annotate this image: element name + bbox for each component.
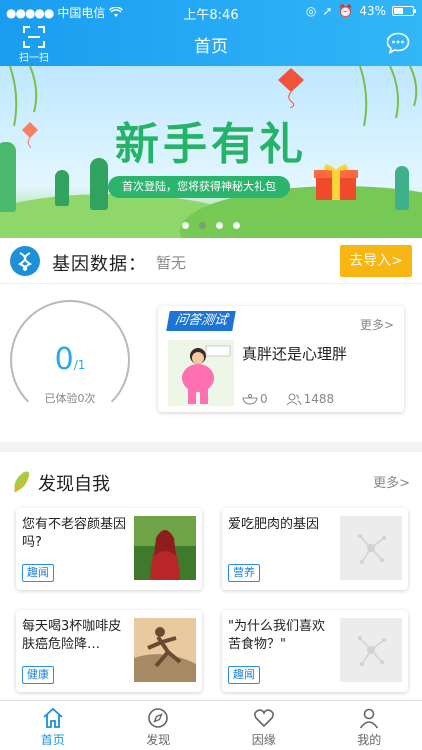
page-title: 首页 bbox=[194, 37, 228, 57]
discover-more-link[interactable]: 更多> bbox=[373, 472, 410, 491]
article-thumbnail bbox=[134, 516, 196, 580]
bowl-icon bbox=[242, 394, 258, 405]
quiz-thumbnail bbox=[168, 340, 234, 406]
discover-header: 发现自我 更多> bbox=[0, 452, 422, 500]
article-tag: 趣闻 bbox=[22, 564, 54, 582]
alarm-icon: ⏰ bbox=[338, 4, 354, 18]
promo-banner[interactable]: 新手有礼 首次登陆，您将获得神秘大礼包 bbox=[0, 66, 422, 238]
article-tag: 趣闻 bbox=[228, 666, 260, 684]
pager-dot[interactable] bbox=[199, 222, 206, 229]
article-title: 爱吃肥肉的基因 bbox=[228, 517, 320, 532]
experience-count-value: 0 bbox=[54, 342, 74, 377]
leaf-icon bbox=[14, 471, 30, 493]
home-page: ●●●●● 中国电信 上午8:46 ◎ ➚ ⏰ 43% 扫一扫 首页 新手有礼 … bbox=[0, 0, 422, 750]
tab-home[interactable]: 首页 bbox=[0, 701, 106, 750]
stats-section: 0/1 已体验0次 问答测试 更多> 真胖还是心理胖 0 1488 bbox=[0, 284, 422, 442]
people-icon bbox=[286, 393, 302, 405]
tab-profile[interactable]: 我的 bbox=[317, 701, 422, 750]
article-card[interactable]: 每天喝3杯咖啡皮肤癌危险降… 健康 bbox=[16, 610, 202, 692]
tree-illustration bbox=[55, 170, 69, 206]
article-card[interactable]: 您有不老容颜基因吗? 趣闻 bbox=[16, 508, 202, 590]
message-button[interactable] bbox=[386, 32, 410, 58]
gift-box-icon bbox=[314, 164, 358, 200]
quiz-participants: 1488 bbox=[286, 392, 335, 406]
compass-icon bbox=[148, 708, 169, 728]
import-button[interactable]: 去导入> bbox=[340, 245, 412, 277]
experience-caption: 已体验0次 bbox=[44, 392, 96, 405]
quiz-card[interactable]: 问答测试 更多> 真胖还是心理胖 0 1488 bbox=[158, 306, 404, 412]
status-bar: ●●●●● 中国电信 上午8:46 ◎ ➚ ⏰ 43% bbox=[0, 0, 422, 23]
gene-data-label: 基因数据： bbox=[52, 254, 147, 275]
article-title: 您有不老容颜基因吗? bbox=[22, 517, 127, 550]
status-right: ◎ ➚ ⏰ 43% bbox=[305, 4, 416, 18]
discover-section: 发现自我 更多> 您有不老容颜基因吗? 趣闻 爱吃肥肉的基因 营养 每天喝3杯咖… bbox=[0, 452, 422, 700]
tab-profile-label: 我的 bbox=[357, 733, 382, 747]
article-tag: 营养 bbox=[228, 564, 260, 582]
tab-home-label: 首页 bbox=[40, 733, 65, 747]
heart-icon bbox=[253, 709, 274, 728]
banner-subtitle: 首次登陆，您将获得神秘大礼包 bbox=[108, 176, 290, 198]
top-bar: ●●●●● 中国电信 上午8:46 ◎ ➚ ⏰ 43% 扫一扫 首页 bbox=[0, 0, 422, 66]
chat-bubble-icon bbox=[386, 32, 410, 55]
tab-bar: 首页 发现 因缘 我的 bbox=[0, 700, 422, 750]
article-tag: 健康 bbox=[22, 666, 54, 684]
pager-dot[interactable] bbox=[182, 222, 189, 229]
article-card[interactable]: "为什么我们喜欢苦食物？" 趣闻 bbox=[222, 610, 408, 692]
nav-bar: 扫一扫 首页 bbox=[0, 22, 422, 66]
quiz-title: 真胖还是心理胖 bbox=[242, 345, 348, 363]
article-thumbnail bbox=[134, 618, 196, 682]
tab-fate-label: 因缘 bbox=[251, 733, 276, 747]
location-icon: ➚ bbox=[322, 4, 333, 18]
dna-icon bbox=[10, 246, 40, 276]
lock-rotation-icon: ◎ bbox=[305, 4, 317, 18]
gene-data-value: 暂无 bbox=[156, 254, 187, 272]
quiz-stats: 0 1488 bbox=[242, 392, 334, 406]
article-thumbnail-placeholder bbox=[340, 618, 402, 682]
article-title: 每天喝3杯咖啡皮肤癌危险降… bbox=[22, 619, 122, 652]
article-thumbnail-placeholder bbox=[340, 516, 402, 580]
gene-data-row: 基因数据： 暂无 去导入> bbox=[0, 238, 422, 284]
tab-discover-label: 发现 bbox=[146, 733, 171, 747]
home-icon bbox=[43, 707, 63, 728]
banner-pager bbox=[0, 222, 422, 229]
battery-icon bbox=[392, 6, 416, 16]
article-title: "为什么我们喜欢苦食物？" bbox=[228, 619, 325, 652]
experience-count-total: /1 bbox=[73, 358, 86, 372]
quiz-more-link[interactable]: 更多> bbox=[360, 316, 394, 333]
quiz-likes-count: 0 bbox=[260, 392, 268, 406]
pager-dot[interactable] bbox=[216, 222, 223, 229]
tab-fate[interactable]: 因缘 bbox=[211, 701, 317, 750]
quiz-participants-count: 1488 bbox=[303, 392, 335, 406]
quiz-likes: 0 bbox=[242, 392, 268, 406]
discover-title: 发现自我 bbox=[38, 474, 110, 495]
article-card[interactable]: 爱吃肥肉的基因 营养 bbox=[222, 508, 408, 590]
pager-dot[interactable] bbox=[233, 222, 240, 229]
tree-illustration bbox=[395, 166, 409, 210]
user-icon bbox=[360, 708, 379, 729]
tab-discover[interactable]: 发现 bbox=[106, 701, 212, 750]
battery-percent: 43% bbox=[359, 4, 386, 18]
quiz-tag: 问答测试 bbox=[166, 311, 236, 331]
experience-count: 0/1 bbox=[10, 342, 130, 377]
